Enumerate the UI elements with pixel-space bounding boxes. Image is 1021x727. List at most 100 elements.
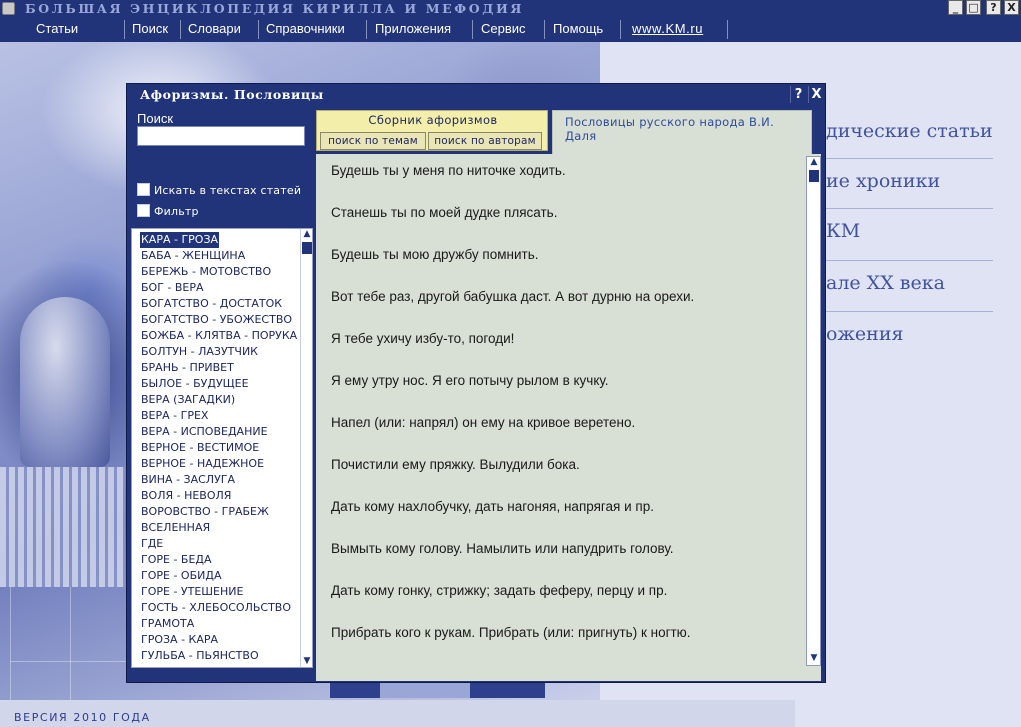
bg-link-articles[interactable]: дические статьи — [826, 120, 993, 142]
app-title: БОЛЬШАЯ ЭНЦИКЛОПЕДИЯ КИРИЛЛА И МЕФОДИЯ — [25, 1, 524, 16]
proverb-item: Напел (или: напрял) он ему на кривое вер… — [331, 415, 636, 430]
menu-separator — [472, 20, 473, 39]
dialog-title: Афоризмы. Пословицы — [140, 87, 324, 102]
search-in-articles-label: Искать в текстах статей — [154, 184, 302, 197]
topic-item[interactable]: ГРАМОТА — [140, 616, 195, 632]
topic-item[interactable]: БЫЛОЕ - БУДУЩЕЕ — [140, 376, 250, 392]
menu-separator — [727, 20, 728, 39]
topic-item[interactable]: ГУЛЬБА - ПЬЯНСТВО — [140, 648, 260, 664]
proverb-item: Я ему утру нос. Я его потычу рылом в куч… — [331, 373, 609, 388]
scroll-up-arrow-icon[interactable]: ▲ — [808, 157, 820, 168]
topic-item[interactable]: БОЛТУН - ЛАЗУТЧИК — [140, 344, 259, 360]
topic-list[interactable]: КАРА - ГРОЗА БАБА - ЖЕНЩИНА БЕРЕЖЬ - МОТОВ… — [131, 228, 313, 668]
scroll-thumb[interactable] — [302, 242, 312, 254]
building-image — [0, 467, 125, 587]
proverb-item: Будешь ты мою дружбу помнить. — [331, 247, 539, 262]
topic-item[interactable]: ГДЕ — [140, 536, 164, 552]
divider — [826, 260, 993, 261]
proverb-item: Будешь ты у меня по ниточке ходить. — [331, 163, 566, 178]
menu-apps[interactable]: Приложения — [375, 21, 451, 36]
scroll-down-arrow-icon[interactable]: ▼ — [301, 656, 312, 667]
topic-item[interactable]: БОГАТСТВО - ДОСТАТОК — [140, 296, 283, 312]
topic-item[interactable]: КАРА - ГРОЗА — [140, 232, 220, 248]
close-button[interactable]: X — [1004, 0, 1019, 15]
image-strip — [330, 683, 545, 698]
proverb-item: Почистили ему пряжку. Вылудили бока. — [331, 457, 580, 472]
scroll-up-arrow-icon[interactable]: ▲ — [301, 229, 312, 240]
menu-articles[interactable]: Статьи — [36, 21, 78, 36]
content-panel: Сборник афоризмов поиск по темам поиск п… — [316, 107, 821, 681]
dialog-help-button[interactable]: ? — [790, 86, 806, 103]
help-button[interactable]: ? — [986, 0, 1001, 15]
search-label: Поиск — [137, 111, 174, 126]
bg-link-km[interactable]: КМ — [826, 220, 860, 242]
topic-item[interactable]: ГОРЕ - ОБИДА — [140, 568, 222, 584]
topic-item[interactable]: ВСЕЛЕННАЯ — [140, 520, 211, 536]
tab-aphorism-collection[interactable]: Сборник афоризмов поиск по темам поиск п… — [316, 110, 548, 151]
search-input[interactable] — [137, 126, 305, 146]
topic-item[interactable]: ВЕРА (ЗАГАДКИ) — [140, 392, 236, 408]
topic-item[interactable]: ВЕРА - ГРЕХ — [140, 408, 209, 424]
topic-item[interactable]: ВЕРА - ИСПОВЕДАНИЕ — [140, 424, 269, 440]
proverb-item: Станешь ты по моей дудке плясать. — [331, 205, 558, 220]
menu-website[interactable]: www.KM.ru — [632, 21, 703, 36]
menu-service[interactable]: Сервис — [481, 21, 526, 36]
tab-group-title: Сборник афоризмов — [368, 113, 498, 127]
search-panel: Поиск Искать в текстах статей Фильтр — [131, 107, 313, 225]
aphorisms-dialog: Афоризмы. Пословицы ? X Поиск Искать в т… — [126, 83, 826, 683]
menu-separator — [258, 20, 259, 39]
dialog-header: Афоризмы. Пословицы ? X — [128, 85, 824, 105]
topic-item[interactable]: БАБА - ЖЕНЩИНА — [140, 248, 246, 264]
divider — [826, 158, 993, 159]
menu-search[interactable]: Поиск — [132, 21, 168, 36]
minimize-button[interactable]: _ — [948, 0, 963, 15]
proverb-item: Прибрать кого к рукам. Прибрать (или: пр… — [331, 625, 691, 640]
scroll-thumb[interactable] — [809, 170, 819, 182]
maximize-button[interactable]: □ — [966, 0, 981, 15]
statue-image — [20, 297, 110, 467]
filter-checkbox[interactable] — [137, 204, 150, 217]
version-footer: ВЕРСИЯ 2010 ГОДА — [0, 700, 795, 727]
menu-dictionaries[interactable]: Словари — [188, 21, 241, 36]
proverb-item: Я тебе ухичу избу-то, погоди! — [331, 331, 515, 346]
scroll-down-arrow-icon[interactable]: ▼ — [808, 653, 820, 664]
search-in-articles-checkbox[interactable] — [137, 183, 150, 196]
topic-item[interactable]: ГОСТЬ - ХЛЕБОСОЛЬСТВО — [140, 600, 292, 616]
topic-list-scrollbar[interactable]: ▲ ▼ — [300, 229, 312, 667]
bg-link-century[interactable]: але XX века — [826, 272, 945, 294]
topic-item[interactable]: ВЕРНОЕ - ВЕСТИМОЕ — [140, 440, 260, 456]
topic-item[interactable]: БОГ - ВЕРА — [140, 280, 205, 296]
topic-item[interactable]: БЕРЕЖЬ - МОТОВСТВО — [140, 264, 272, 280]
menu-separator — [366, 20, 367, 39]
topic-item[interactable]: ВОЛЯ - НЕВОЛЯ — [140, 488, 232, 504]
menu-bar: Статьи Поиск Словари Справочники Приложе… — [0, 17, 1021, 42]
topic-item[interactable]: БОГАТСТВО - УБОЖЕСТВО — [140, 312, 293, 328]
menu-help[interactable]: Помощь — [553, 21, 603, 36]
topic-item[interactable]: ВОРОВСТВО - ГРАБЕЖ — [140, 504, 270, 520]
tab-search-by-themes[interactable]: поиск по темам — [320, 132, 426, 150]
tab-dal-label: Пословицы русского народа В.И. Даля — [565, 115, 775, 143]
proverbs-list: Будешь ты у меня по ниточке ходить. Стане… — [316, 154, 806, 681]
topic-item[interactable]: ВЕРНОЕ - НАДЕЖНОЕ — [140, 456, 265, 472]
tab-bar: Сборник афоризмов поиск по темам поиск п… — [316, 107, 821, 154]
bg-link-apps[interactable]: ожения — [826, 323, 903, 345]
menu-separator — [124, 20, 125, 39]
dialog-close-button[interactable]: X — [808, 86, 824, 103]
bg-link-chronicles[interactable]: ие хроники — [826, 170, 940, 192]
topic-item[interactable]: ГОРЕ - УТЕШЕНИЕ — [140, 584, 244, 600]
menu-references[interactable]: Справочники — [266, 21, 345, 36]
tab-search-by-authors[interactable]: поиск по авторам — [428, 132, 542, 150]
topic-item[interactable]: ГОРЕ - БЕДА — [140, 552, 213, 568]
topic-item[interactable]: ВИНА - ЗАСЛУГА — [140, 472, 236, 488]
window-titlebar: БОЛЬШАЯ ЭНЦИКЛОПЕДИЯ КИРИЛЛА И МЕФОДИЯ _… — [0, 0, 1021, 17]
proverb-item: Дать кому нахлобучку, дать нагоняя, напр… — [331, 499, 654, 514]
topic-item[interactable]: БРАНЬ - ПРИВЕТ — [140, 360, 235, 376]
tab-dal-proverbs[interactable]: Пословицы русского народа В.И. Даля — [552, 110, 812, 154]
proverb-item: Вымыть кому голову. Намылить или напудри… — [331, 541, 674, 556]
topic-item[interactable]: ГРОЗА - КАРА — [140, 632, 219, 648]
filter-label: Фильтр — [154, 205, 199, 218]
version-label: ВЕРСИЯ 2010 ГОДА — [14, 711, 151, 724]
proverb-item: Дать кому гонку, стрижку; задать феферу,… — [331, 583, 668, 598]
topic-item[interactable]: БОЖБА - КЛЯТВА - ПОРУКА — [140, 328, 298, 344]
proverbs-scrollbar[interactable]: ▲ ▼ — [806, 156, 821, 666]
